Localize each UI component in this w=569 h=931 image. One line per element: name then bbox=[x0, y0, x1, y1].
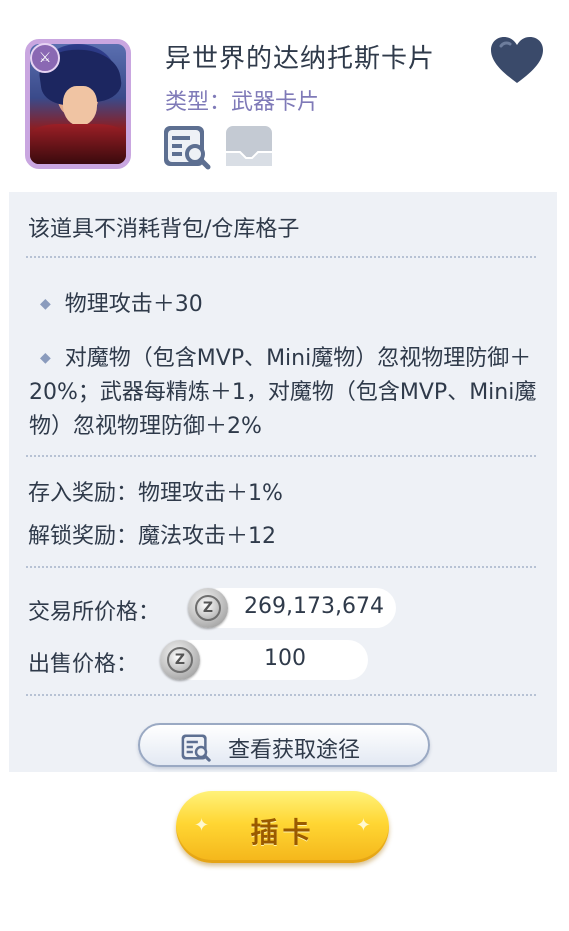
insert-card-label: 插卡 bbox=[250, 816, 315, 849]
effect-text: 物理攻击＋30 bbox=[64, 292, 203, 317]
view-source-button[interactable]: 查看获取途径 bbox=[138, 723, 430, 767]
map-icon bbox=[226, 126, 272, 166]
item-type: 类型：武器卡片 bbox=[165, 90, 320, 115]
insert-card-button[interactable]: ✦ ✦ 插卡 bbox=[176, 791, 389, 863]
effect-text: 对魔物（包含MVP、Mini魔物）忽视物理防御＋20%；武器每精炼＋1，对魔物（… bbox=[29, 346, 537, 439]
storage-note: 该道具不消耗背包/仓库格子 bbox=[28, 217, 300, 242]
effect-item: ◆ 物理攻击＋30 bbox=[40, 286, 203, 318]
sell-price-label: 出售价格： bbox=[28, 652, 139, 677]
deposit-reward: 存入奖励：物理攻击＋1% bbox=[28, 481, 283, 506]
detail-magnifier-icon[interactable] bbox=[162, 122, 212, 170]
detail-magnifier-icon bbox=[181, 734, 211, 762]
divider bbox=[26, 566, 536, 568]
diamond-bullet-icon: ◆ bbox=[40, 296, 51, 312]
divider bbox=[26, 256, 536, 258]
zeny-coin-icon: Z bbox=[188, 588, 228, 628]
diamond-bullet-icon: ◆ bbox=[40, 350, 51, 366]
view-source-label: 查看获取途径 bbox=[228, 738, 361, 763]
zeny-coin-icon: Z bbox=[160, 640, 200, 680]
item-name: 异世界的达纳托斯卡片 bbox=[165, 44, 436, 74]
divider bbox=[26, 694, 536, 696]
exchange-price-value: 269,173,674 bbox=[244, 594, 384, 619]
unlock-reward: 解锁奖励：魔法攻击＋12 bbox=[28, 524, 276, 549]
heart-icon[interactable] bbox=[489, 36, 545, 86]
sword-icon: ⚔ bbox=[30, 43, 60, 73]
sell-price-value: 100 bbox=[264, 646, 306, 671]
effect-item: ◆ 对魔物（包含MVP、Mini魔物）忽视物理防御＋20%；武器每精炼＋1，对魔物… bbox=[29, 341, 539, 444]
divider bbox=[26, 455, 536, 457]
exchange-price-label: 交易所价格： bbox=[28, 600, 161, 625]
